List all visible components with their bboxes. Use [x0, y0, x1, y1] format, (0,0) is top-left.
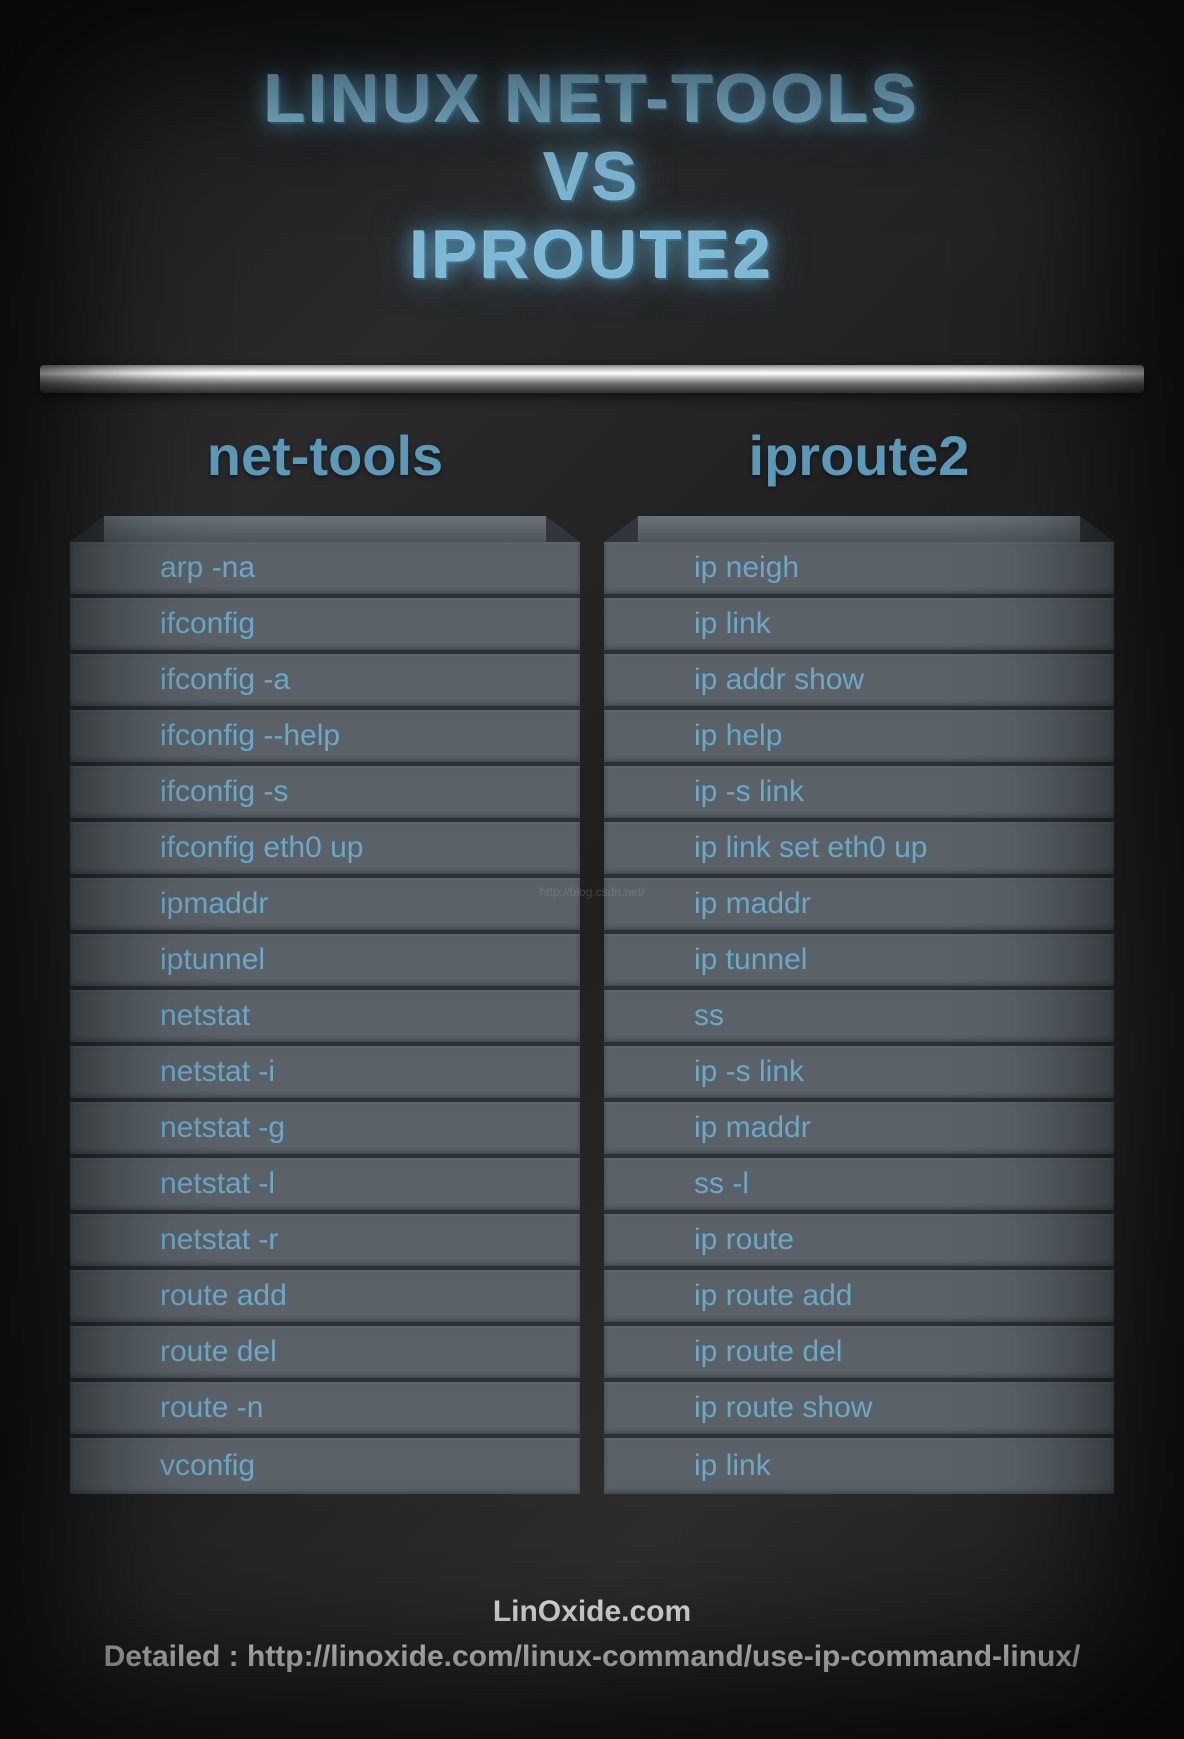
table-row: ipmaddr [70, 878, 580, 934]
command-text: ip -s link [694, 1055, 804, 1089]
table-row: ip route add [604, 1270, 1114, 1326]
command-text: iptunnel [160, 943, 265, 977]
command-text: netstat -l [160, 1167, 275, 1201]
command-text: netstat -g [160, 1111, 285, 1145]
command-text: ifconfig [160, 607, 255, 641]
command-text: ip maddr [694, 887, 811, 921]
table-row: arp -na [70, 542, 580, 598]
command-text: ip tunnel [694, 943, 807, 977]
table-row: route add [70, 1270, 580, 1326]
command-text: route -n [160, 1391, 263, 1425]
table-row: netstat -g [70, 1102, 580, 1158]
command-text: ifconfig -s [160, 775, 288, 809]
footer-detail: Detailed : http://linoxide.com/linux-com… [0, 1634, 1184, 1679]
command-text: route add [160, 1279, 287, 1313]
command-text: netstat [160, 999, 250, 1033]
title-line-1: LINUX NET-TOOLS [0, 60, 1184, 138]
divider-bar [40, 365, 1144, 393]
column-header-net-tools: net-tools [70, 423, 580, 488]
title-line-3: IPROUTE2 [0, 216, 1184, 294]
table-row: netstat -l [70, 1158, 580, 1214]
table-row: ip neigh [604, 542, 1114, 598]
command-text: ifconfig --help [160, 719, 340, 753]
table-row: ip link [604, 598, 1114, 654]
table-row: ip route show [604, 1382, 1114, 1438]
command-text: ip route show [694, 1391, 872, 1425]
table-row: ifconfig eth0 up [70, 822, 580, 878]
table-row: ss -l [604, 1158, 1114, 1214]
box-top-cap [604, 516, 1114, 542]
rows-iproute2: ip neigh ip link ip addr show ip help ip -s … [604, 542, 1114, 1494]
command-text: ip link [694, 1449, 771, 1483]
title-line-2: VS [0, 138, 1184, 216]
table-row: ip maddr [604, 878, 1114, 934]
table-row: vconfig [70, 1438, 580, 1494]
command-text: ip route [694, 1223, 794, 1257]
command-text: ifconfig -a [160, 663, 290, 697]
table-row: ip link [604, 1438, 1114, 1494]
command-text: arp -na [160, 551, 255, 585]
table-row: ifconfig [70, 598, 580, 654]
table-row: route -n [70, 1382, 580, 1438]
table-row: ip -s link [604, 1046, 1114, 1102]
command-text: ss [694, 999, 724, 1033]
table-row: ip link set eth0 up [604, 822, 1114, 878]
command-text: ip route add [694, 1279, 852, 1313]
command-text: ip link set eth0 up [694, 831, 927, 865]
table-row: route del [70, 1326, 580, 1382]
table-row: ip route [604, 1214, 1114, 1270]
box-top-cap [70, 516, 580, 542]
command-text: ipmaddr [160, 887, 268, 921]
table-row: ifconfig --help [70, 710, 580, 766]
table-row: ip route del [604, 1326, 1114, 1382]
command-text: ip route del [694, 1335, 842, 1369]
table-row: ip addr show [604, 654, 1114, 710]
column-header-iproute2: iproute2 [604, 423, 1114, 488]
table-row: ifconfig -a [70, 654, 580, 710]
table-row: ip maddr [604, 1102, 1114, 1158]
command-text: ip -s link [694, 775, 804, 809]
table-row: netstat [70, 990, 580, 1046]
command-text: ifconfig eth0 up [160, 831, 363, 865]
rows-net-tools: arp -na ifconfig ifconfig -a ifconfig --hel… [70, 542, 580, 1494]
command-text: netstat -r [160, 1223, 278, 1257]
watermark-text: http://blog.csdn.net/ [540, 885, 645, 899]
command-text: ip maddr [694, 1111, 811, 1145]
table-row: netstat -r [70, 1214, 580, 1270]
title-block: LINUX NET-TOOLS VS IPROUTE2 [0, 0, 1184, 335]
table-row: ifconfig -s [70, 766, 580, 822]
column-net-tools: net-tools arp -na ifconfig ifconfig -a ifco… [70, 423, 580, 1494]
footer-site: LinOxide.com [0, 1589, 1184, 1634]
table-row: ip help [604, 710, 1114, 766]
table-row: iptunnel [70, 934, 580, 990]
table-row: ip tunnel [604, 934, 1114, 990]
table-row: ip -s link [604, 766, 1114, 822]
command-text: ip addr show [694, 663, 864, 697]
command-text: ip link [694, 607, 771, 641]
footer: LinOxide.com Detailed : http://linoxide.… [0, 1589, 1184, 1679]
command-text: vconfig [160, 1449, 255, 1483]
command-text: netstat -i [160, 1055, 275, 1089]
command-text: ss -l [694, 1167, 749, 1201]
command-text: route del [160, 1335, 277, 1369]
table-row: ss [604, 990, 1114, 1046]
column-iproute2: iproute2 ip neigh ip link ip addr show ip h… [604, 423, 1114, 1494]
command-text: ip help [694, 719, 782, 753]
command-text: ip neigh [694, 551, 799, 585]
table-row: netstat -i [70, 1046, 580, 1102]
